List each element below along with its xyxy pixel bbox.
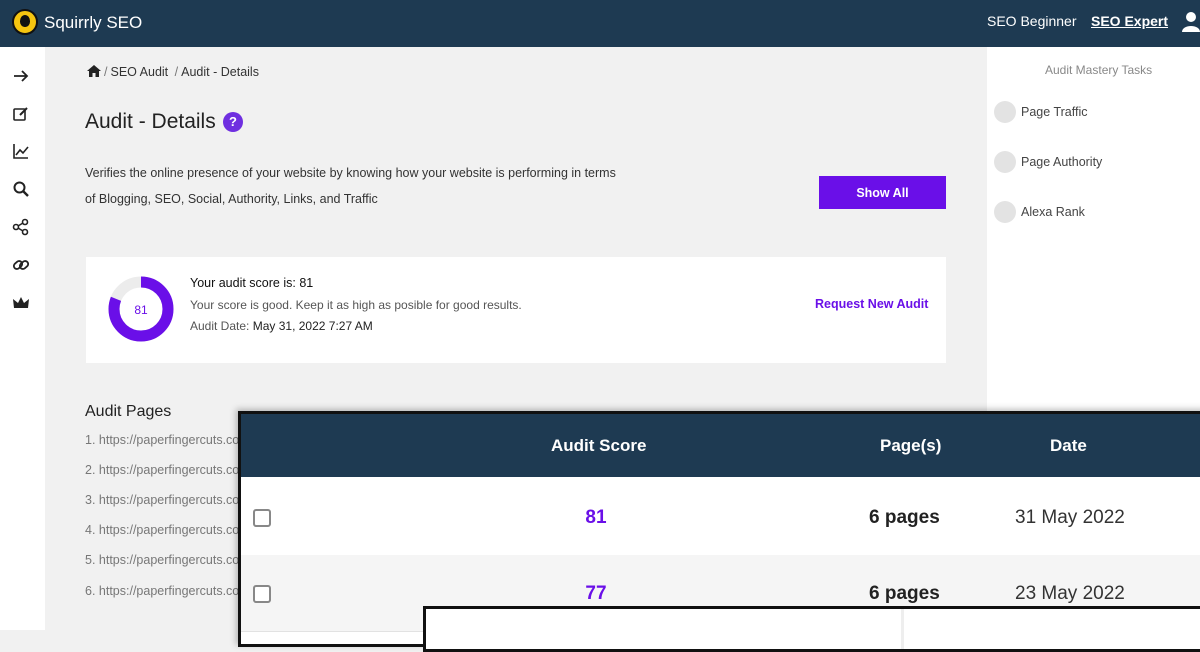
arrow-right-icon[interactable]	[12, 67, 30, 85]
row-date: 31 May 2022	[1015, 507, 1125, 528]
share-icon[interactable]	[12, 218, 30, 236]
home-icon[interactable]	[87, 65, 101, 77]
breadcrumb-seo-audit[interactable]: SEO Audit	[110, 65, 168, 79]
app-title[interactable]: Squirrly SEO	[44, 13, 142, 33]
help-icon[interactable]: ?	[223, 112, 243, 132]
link-icon[interactable]	[12, 256, 30, 274]
audit-page-link[interactable]: 3. https://paperfingercuts.com	[85, 493, 245, 507]
audit-page-link[interactable]: 6. https://paperfingercuts.com	[85, 584, 245, 598]
row-checkbox[interactable]	[253, 585, 271, 603]
crown-icon[interactable]	[12, 294, 30, 312]
audit-page-link[interactable]: 4. https://paperfingercuts.com	[85, 523, 245, 537]
task-status-icon	[994, 101, 1016, 123]
score-heading-value: 81	[299, 276, 314, 290]
audit-page-link[interactable]: 5. https://paperfingercuts.com	[85, 553, 245, 567]
secondary-zoom-panel	[423, 606, 1200, 652]
audit-page-link[interactable]: 1. https://paperfingercuts.com	[85, 433, 245, 447]
audit-date-value: May 31, 2022 7:27 AM	[252, 319, 373, 333]
breadcrumb-separator: /	[174, 65, 179, 79]
audit-date: Audit Date: May 31, 2022 7:27 AM	[190, 319, 373, 333]
request-new-audit-link[interactable]: Request New Audit	[815, 297, 928, 311]
user-icon[interactable]	[1182, 11, 1200, 33]
mastery-tasks-title: Audit Mastery Tasks	[1045, 63, 1153, 77]
table-header: Audit Score Page(s) Date	[241, 414, 1200, 477]
header-pages[interactable]: Page(s)	[880, 436, 941, 456]
squirrly-logo-icon[interactable]	[12, 9, 38, 35]
donut-score-label: 81	[134, 303, 148, 317]
row-pages: 6 pages	[869, 583, 940, 604]
show-all-button[interactable]: Show All	[819, 176, 946, 209]
task-status-icon	[994, 201, 1016, 223]
task-label: Page Authority	[1021, 155, 1103, 169]
seo-beginner-link[interactable]: SEO Beginner	[987, 13, 1077, 29]
task-label: Page Traffic	[1021, 105, 1088, 119]
row-score[interactable]: 77	[571, 583, 621, 605]
row-checkbox[interactable]	[253, 509, 271, 527]
score-heading-label: Your audit score is:	[190, 276, 296, 290]
score-heading: Your audit score is: 81	[190, 276, 313, 290]
breadcrumb-audit-details: Audit - Details	[181, 65, 259, 79]
score-donut-chart: 81	[108, 276, 174, 342]
left-icon-rail	[0, 47, 45, 630]
audit-pages-heading: Audit Pages	[85, 403, 172, 420]
page-description: Verifies the online presence of your web…	[85, 166, 616, 206]
search-icon[interactable]	[12, 180, 30, 198]
row-pages: 6 pages	[869, 507, 940, 528]
breadcrumb-separator: /	[104, 65, 108, 79]
table-row[interactable]: 81 6 pages 31 May 2022	[241, 479, 1200, 556]
row-date: 23 May 2022	[1015, 583, 1125, 604]
audit-score-card: 81 Your audit score is: 81 Your score is…	[86, 257, 946, 363]
header-date[interactable]: Date	[1050, 436, 1087, 456]
audit-page-link[interactable]: 2. https://paperfingercuts.com	[85, 463, 245, 477]
task-status-icon	[994, 151, 1016, 173]
breadcrumb: / SEO Audit / Audit - Details	[87, 65, 259, 79]
edit-icon[interactable]	[12, 105, 30, 123]
header-audit-score[interactable]: Audit Score	[551, 436, 646, 456]
audit-date-label: Audit Date:	[190, 319, 250, 333]
panel-divider	[901, 609, 904, 649]
seo-expert-link[interactable]: SEO Expert	[1091, 13, 1168, 29]
task-label: Alexa Rank	[1021, 205, 1085, 219]
top-bar: Squirrly SEO SEO Beginner SEO Expert	[0, 0, 1200, 47]
chart-line-icon[interactable]	[12, 142, 30, 160]
score-message: Your score is good. Keep it as high as p…	[190, 298, 522, 312]
page-title: Audit - Details	[85, 110, 216, 133]
row-score[interactable]: 81	[571, 507, 621, 529]
